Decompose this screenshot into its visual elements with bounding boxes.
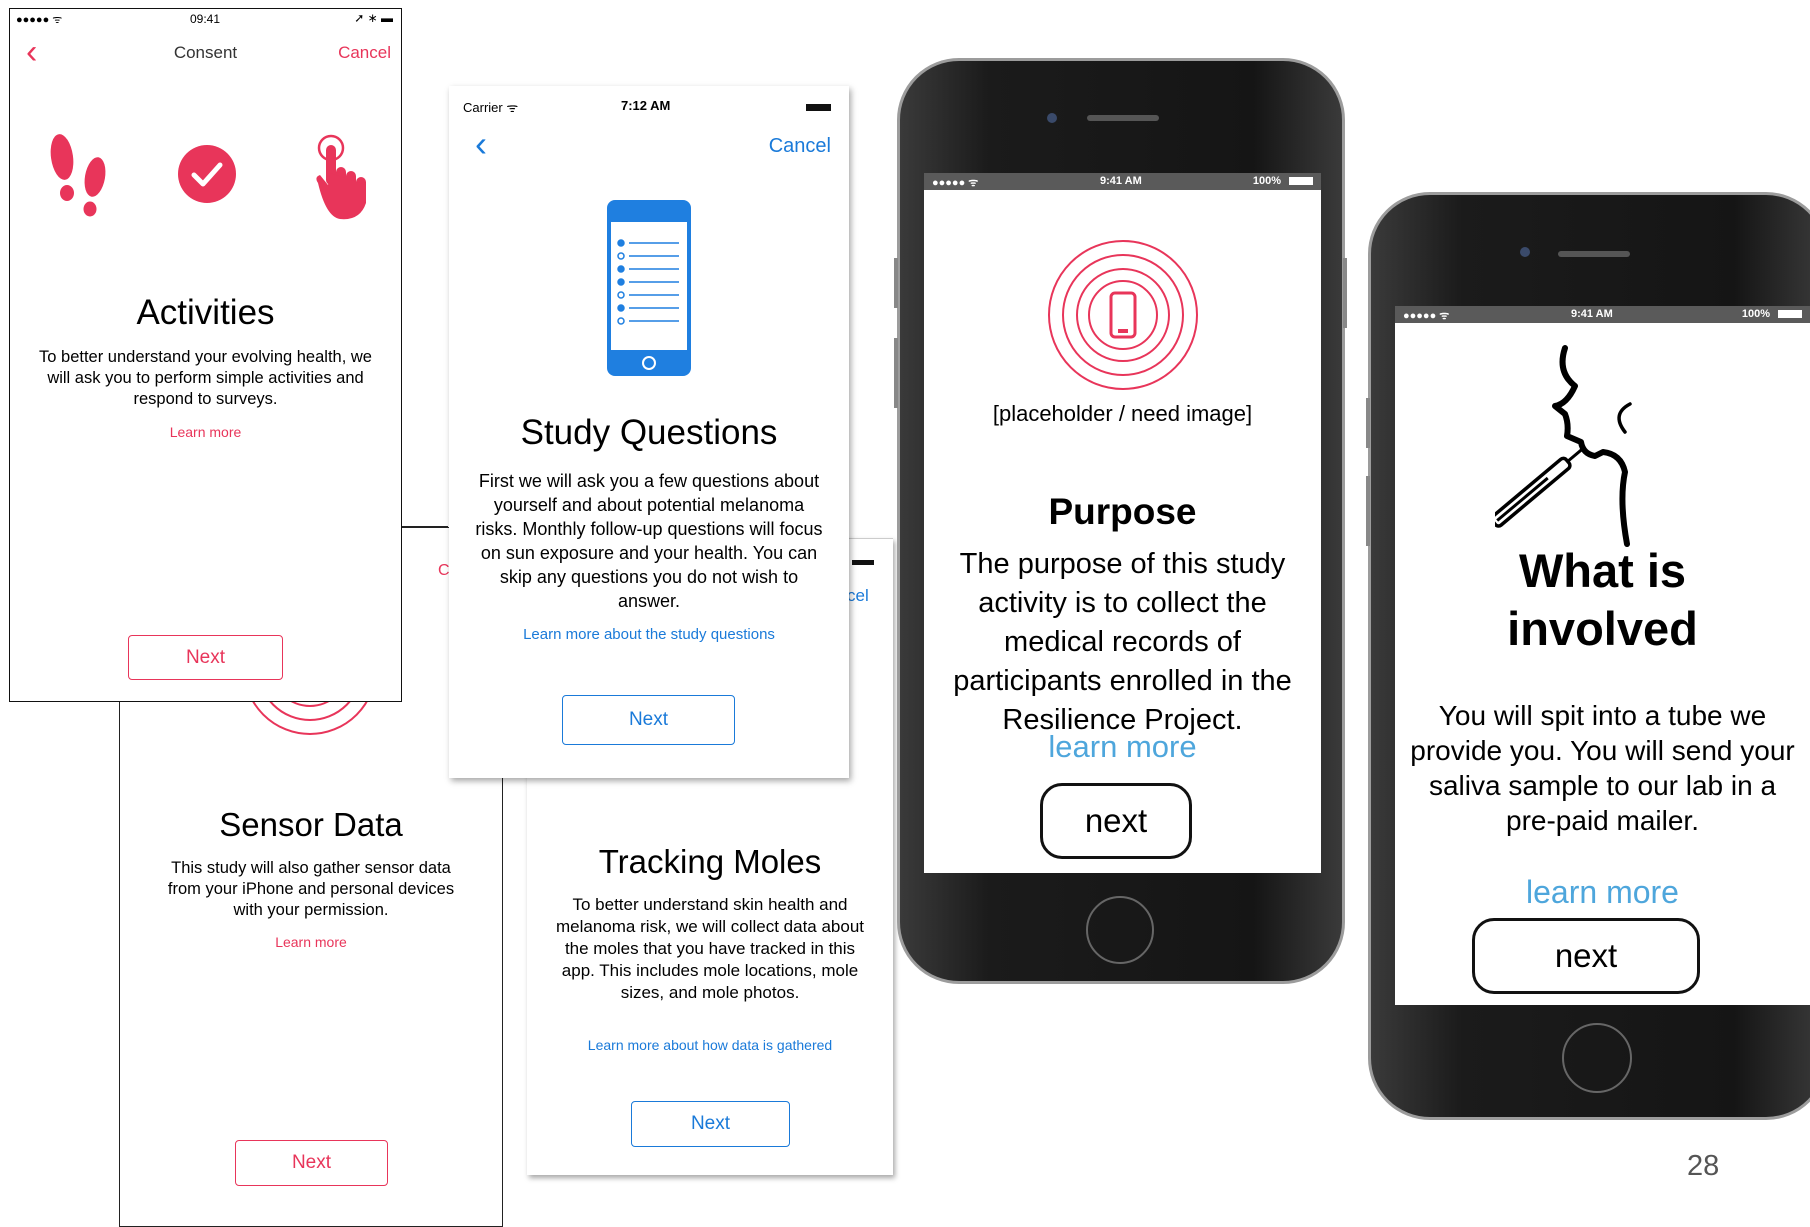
study-questions-heading: Study Questions	[520, 413, 778, 452]
sensor-cancel-peek: C	[438, 562, 450, 579]
tracking-cancel-peek: cel	[847, 586, 869, 605]
purpose-body: The purpose of this study activity is to…	[953, 548, 1292, 736]
sensor-learn-more-link[interactable]: Learn more	[120, 934, 502, 950]
activities-body: To better understand your evolving healt…	[39, 348, 372, 408]
home-button[interactable]	[1562, 1023, 1632, 1093]
activities-next-button[interactable]: Next	[128, 635, 283, 680]
study-back-chevron-icon[interactable]: ‹	[475, 126, 487, 162]
sensor-next-button[interactable]: Next	[235, 1140, 388, 1186]
phone-rings-icon	[1048, 240, 1198, 390]
side-button-volume-up	[894, 258, 898, 308]
page-number: 28	[1687, 1150, 1720, 1182]
tracking-learn-more-link[interactable]: Learn more about how data is gathered	[587, 1036, 833, 1054]
activities-heading: Activities	[136, 293, 275, 332]
footsteps-icon	[50, 134, 106, 217]
study-questions-screen: Carrier ᯤ 7:12 AM ‹ Cancel Study Questio…	[449, 86, 849, 778]
activities-learn-more-link[interactable]: Learn more	[10, 424, 401, 440]
involved-carrier: ●●●●● ᯤ	[1403, 310, 1450, 322]
earpiece-speaker	[1558, 251, 1630, 257]
purpose-battery-icon	[1289, 177, 1313, 185]
sensor-header-line	[400, 526, 448, 528]
purpose-battery: 100%	[1252, 175, 1281, 187]
study-questions-body: First we will ask you a few questions ab…	[475, 471, 823, 611]
image-placeholder-label: [placeholder / need image]	[992, 401, 1253, 426]
study-learn-more-link[interactable]: Learn more about the study questions	[449, 626, 849, 643]
involved-battery-icon	[1778, 310, 1802, 318]
tracking-battery-icon	[852, 560, 874, 565]
tracking-moles-heading: Tracking Moles	[598, 843, 822, 880]
side-button-volume-down	[894, 338, 898, 408]
front-camera	[1520, 247, 1530, 257]
involved-battery: 100%	[1741, 308, 1770, 320]
purpose-status-bar: ●●●●● ᯤ 9:41 AM 100%	[924, 173, 1321, 190]
study-cancel-button[interactable]: Cancel	[769, 135, 831, 158]
phone-checklist-icon	[607, 200, 691, 376]
checkmark-circle-icon	[178, 145, 236, 203]
sensor-data-heading: Sensor Data	[219, 806, 403, 843]
study-next-button[interactable]: Next	[562, 695, 735, 745]
saliva-tube-icon	[1495, 345, 1632, 547]
purpose-next-button[interactable]: next	[1040, 783, 1192, 859]
purpose-time: 9:41 AM	[1100, 175, 1142, 187]
side-button-volume-up	[1366, 398, 1370, 448]
involved-screen: ●●●●● ᯤ 9:41 AM 100% What is involved Yo…	[1395, 306, 1810, 1005]
involved-time: 9:41 AM	[1571, 308, 1613, 320]
carrier-signal: ●●●●● ᯤ	[16, 14, 63, 26]
involved-body: You will spit into a tube we provide you…	[1410, 700, 1795, 836]
purpose-heading: Purpose	[1048, 491, 1197, 532]
tap-hand-icon	[316, 134, 366, 220]
study-carrier: Carrier ᯤ	[463, 100, 519, 115]
activities-status-bar: ●●●●● ᯤ 09:41 ➚ ∗ ▬	[10, 9, 401, 31]
purpose-screen: ●●●●● ᯤ 9:41 AM 100% [placeholder / need…	[924, 173, 1321, 873]
sensor-data-body: This study will also gather sensor data …	[167, 859, 455, 919]
cancel-button[interactable]: Cancel	[338, 43, 391, 63]
status-time: 09:41	[190, 12, 221, 26]
involved-status-bar: ●●●●● ᯤ 9:41 AM 100%	[1395, 306, 1810, 323]
involved-learn-more-link[interactable]: learn more	[1395, 874, 1810, 911]
study-status-bar: Carrier ᯤ 7:12 AM	[449, 86, 849, 115]
tracking-header-divider	[847, 538, 893, 539]
study-battery-icon	[806, 104, 831, 111]
activities-screen: ●●●●● ᯤ 09:41 ➚ ∗ ▬ ‹ Consent Cancel Act…	[9, 8, 402, 702]
purpose-carrier: ●●●●● ᯤ	[932, 177, 979, 189]
side-button-volume-down	[1366, 476, 1370, 546]
front-camera	[1047, 113, 1057, 123]
tracking-next-button[interactable]: Next	[631, 1101, 790, 1147]
study-time: 7:12 AM	[621, 98, 671, 113]
tracking-moles-body: To better understand skin health and mel…	[555, 895, 865, 1002]
home-button[interactable]	[1086, 896, 1154, 964]
status-indicators: ➚ ∗ ▬	[354, 11, 393, 25]
side-button-power	[1343, 258, 1347, 328]
involved-next-button[interactable]: next	[1472, 918, 1700, 994]
earpiece-speaker	[1087, 115, 1159, 121]
purpose-learn-more-link[interactable]: learn more	[924, 729, 1321, 765]
involved-heading: What is involved	[1507, 544, 1698, 655]
